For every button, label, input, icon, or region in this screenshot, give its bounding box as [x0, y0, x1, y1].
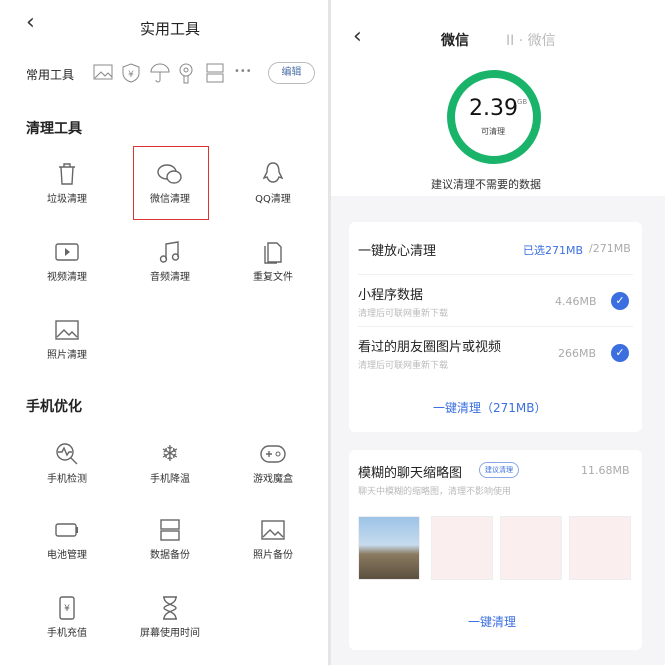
hourglass-icon: [163, 596, 177, 620]
storage-icon: [160, 519, 180, 541]
wechat-icon: [157, 164, 182, 184]
tool-game-box[interactable]: 游戏魔盒: [228, 440, 318, 485]
ring-unit: GB: [517, 98, 528, 106]
music-icon: [159, 241, 180, 263]
list-item[interactable]: 看过的朋友圈图片或视频 清理后可联网重新下载 266MB ✓: [349, 330, 642, 380]
image-icon[interactable]: [93, 63, 113, 81]
tool-duplicate-files[interactable]: 重复文件: [228, 238, 318, 283]
key-icon[interactable]: [178, 63, 194, 85]
common-tools-label: 常用工具: [26, 68, 75, 82]
phone-yen-icon: ¥: [59, 596, 75, 620]
clean-button[interactable]: 一键清理: [468, 613, 516, 630]
thumbnail-image[interactable]: [500, 516, 562, 580]
item-sub: 清理后可联网重新下载: [358, 309, 449, 319]
quick-clean-button[interactable]: 一键清理（271MB）: [433, 399, 547, 416]
checkbox-checked-icon[interactable]: ✓: [611, 292, 629, 310]
item-size: 266MB: [558, 347, 597, 360]
thumbnail-clean-card: 模糊的聊天缩略图 建议清理 11.68MB 聊天中模糊的缩略图，清理不影响使用 …: [349, 450, 642, 650]
page-title: 实用工具: [140, 20, 201, 38]
video-icon: [55, 243, 79, 261]
thumbnail-image[interactable]: [431, 516, 493, 580]
divider: [358, 274, 633, 275]
tools-panel: ‹ 实用工具 常用工具 ¥ ••• 编辑 清理工具 垃圾清理 微信清理 QQ清理…: [0, 0, 328, 665]
tool-qq-clean[interactable]: QQ清理: [228, 160, 318, 205]
shield-yen-icon[interactable]: ¥: [122, 63, 140, 83]
gamepad-icon: [260, 445, 286, 463]
more-icon[interactable]: •••: [234, 66, 252, 77]
tool-photo-clean[interactable]: 照片清理: [22, 316, 112, 361]
optimize-heading: 手机优化: [26, 399, 82, 415]
item-name: 小程序数据: [358, 288, 424, 303]
wechat-clean-panel: ‹ 微信 II · 微信 2.39 GB 可清理 建议清理不需要的数据 一键放心…: [331, 0, 665, 665]
divider: [358, 326, 633, 327]
tool-battery[interactable]: 电池管理: [22, 516, 112, 561]
photo-icon: [55, 320, 79, 340]
svg-text:¥: ¥: [128, 70, 134, 80]
check-monitor-icon: [56, 443, 78, 465]
quick-clean-card: 一键放心清理 已选271MB /271MB 小程序数据 清理后可联网重新下载 4…: [349, 222, 642, 432]
list-item[interactable]: 小程序数据 清理后可联网重新下载 4.46MB ✓: [349, 278, 642, 328]
storage-icon[interactable]: [206, 63, 224, 83]
tool-phone-recharge[interactable]: ¥ 手机充值: [22, 594, 112, 639]
umbrella-icon[interactable]: [150, 63, 170, 83]
tool-phone-check[interactable]: 手机检测: [22, 440, 112, 485]
battery-icon: [55, 523, 78, 537]
photo-icon: [261, 520, 285, 540]
tool-photo-backup[interactable]: 照片备份: [228, 516, 318, 561]
thumbnail-image[interactable]: [358, 516, 420, 580]
tool-video-clean[interactable]: 视频清理: [22, 238, 112, 283]
files-icon: [264, 242, 282, 264]
card-title: 一键放心清理: [358, 244, 437, 259]
item-name: 看过的朋友圈图片或视频: [358, 340, 502, 355]
checkbox-checked-icon[interactable]: ✓: [611, 344, 629, 362]
trash-icon: [59, 163, 75, 185]
back-button[interactable]: ‹: [26, 10, 35, 35]
total-size: /271MB: [589, 242, 631, 255]
clean-tools-heading: 清理工具: [26, 121, 82, 137]
selected-size: 已选271MB: [523, 244, 584, 257]
tool-wechat-clean[interactable]: 微信清理: [125, 160, 215, 205]
edit-button[interactable]: 编辑: [268, 62, 315, 84]
svg-text:¥: ¥: [64, 604, 70, 614]
ring-label: 可清理: [481, 127, 505, 136]
tool-audio-clean[interactable]: 音频清理: [125, 238, 215, 283]
tab-wechat[interactable]: 微信: [441, 30, 469, 50]
ring-value: 2.39: [469, 96, 518, 121]
suggest-text: 建议清理不需要的数据: [431, 178, 541, 191]
back-button[interactable]: ‹: [353, 24, 362, 49]
card-sub: 聊天中模糊的缩略图，清理不影响使用: [358, 487, 512, 497]
tab-wechat-2[interactable]: II · 微信: [506, 30, 556, 50]
qq-icon: [263, 162, 283, 183]
card-title: 模糊的聊天缩略图: [358, 466, 463, 481]
snowflake-icon: ❄: [160, 441, 180, 467]
suggest-badge: 建议清理: [479, 462, 519, 478]
thumbnail-image[interactable]: [569, 516, 631, 580]
tool-data-backup[interactable]: 数据备份: [125, 516, 215, 561]
tool-junk-clean[interactable]: 垃圾清理: [22, 160, 112, 205]
tool-screen-time[interactable]: 屏幕使用时间: [125, 594, 215, 639]
tool-phone-cooling[interactable]: ❄ 手机降温: [125, 440, 215, 486]
item-size: 4.46MB: [555, 295, 597, 308]
item-sub: 清理后可联网重新下载: [358, 361, 449, 371]
card-size: 11.68MB: [581, 464, 630, 477]
